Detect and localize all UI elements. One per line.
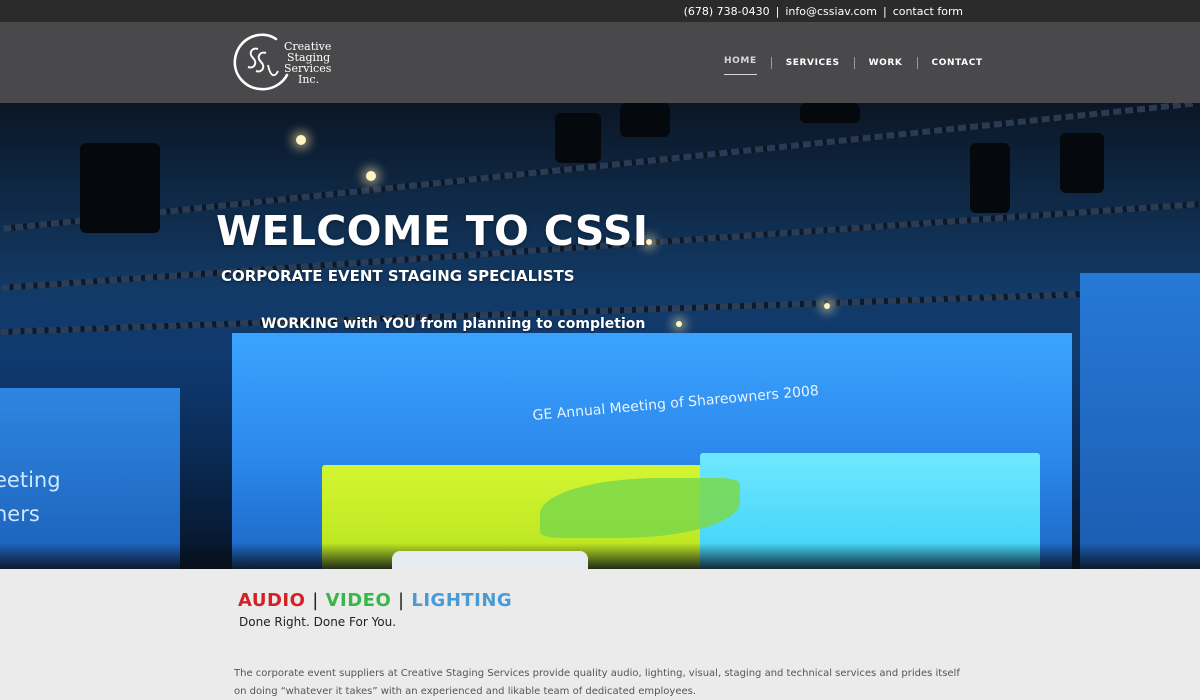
hero-tagline: WORKING with YOU from planning to comple…	[261, 316, 646, 332]
phone-link[interactable]: (678) 738-0430	[684, 5, 770, 18]
stage-fixture	[620, 103, 670, 137]
hero-banner: eeting ners GE Annual Meeting of Shareown…	[0, 103, 1200, 569]
separator: |	[775, 4, 780, 18]
audio-label: AUDIO	[238, 590, 306, 611]
stage-spotlight	[296, 135, 306, 145]
nav-services[interactable]: SERVICES	[786, 58, 840, 68]
stage-front	[0, 543, 1200, 569]
logo-monogram-icon	[233, 33, 289, 91]
contact-form-link[interactable]: contact form	[893, 5, 963, 18]
hero-title: WELCOME TO CSSI	[216, 207, 649, 255]
nav-divider	[853, 57, 855, 69]
logo-wordmark: Creative Staging Services Inc.	[284, 41, 331, 85]
separator: |	[882, 4, 887, 18]
stage-fixture	[1060, 133, 1104, 193]
services-tagline: Done Right. Done For You.	[239, 615, 397, 629]
nav-home[interactable]: HOME	[724, 56, 757, 75]
stage-podium	[392, 551, 588, 569]
separator: |	[312, 590, 319, 611]
screen-left-text: eeting ners	[0, 468, 61, 526]
email-link[interactable]: info@cssiav.com	[785, 5, 877, 18]
site-header: Creative Staging Services Inc. HOME SERV…	[0, 22, 1200, 103]
top-utility-bar: (678) 738-0430 | info@cssiav.com | conta…	[0, 0, 1200, 22]
nav-work[interactable]: WORK	[869, 58, 903, 68]
stage-fixture	[80, 143, 160, 233]
separator: |	[398, 590, 405, 611]
stage-spotlight	[824, 303, 830, 309]
top-contact-links: (678) 738-0430 | info@cssiav.com | conta…	[684, 0, 963, 22]
stage-fixture	[970, 143, 1010, 213]
nav-divider	[770, 57, 772, 69]
services-heading: AUDIO | VIDEO | LIGHTING	[238, 590, 512, 611]
nav-divider	[916, 57, 918, 69]
video-label: VIDEO	[325, 590, 392, 611]
logo-line: Inc.	[298, 73, 320, 86]
stage-spotlight	[366, 171, 376, 181]
about-paragraph: The corporate event suppliers at Creativ…	[234, 668, 960, 697]
stage-spotlight	[676, 321, 682, 327]
main-nav: HOME SERVICES WORK CONTACT	[724, 56, 983, 75]
nav-contact[interactable]: CONTACT	[932, 58, 983, 68]
logo-link[interactable]: Creative Staging Services Inc.	[232, 31, 342, 93]
hero-subtitle: CORPORATE EVENT STAGING SPECIALISTS	[221, 267, 575, 285]
projection-screen-right	[1080, 273, 1200, 569]
stage-fixture	[555, 113, 601, 163]
stage-fixture	[800, 103, 860, 123]
lighting-label: LIGHTING	[411, 590, 513, 611]
